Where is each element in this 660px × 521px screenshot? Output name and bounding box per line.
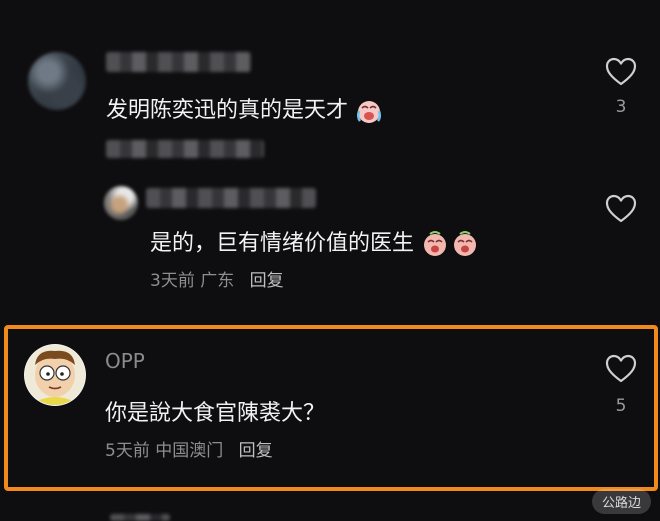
comment-text: 你是說大食官陳裘大？ (105, 401, 326, 426)
comment-text: 发明陈奕迅的真的是天才 (106, 92, 383, 125)
avatar[interactable] (104, 186, 138, 220)
location: 中国澳门 (155, 441, 224, 461)
heart-icon[interactable] (605, 354, 637, 384)
highlighted-comment (4, 325, 658, 491)
watermark: 公路边 (592, 489, 652, 514)
like-count: 3 (615, 97, 627, 117)
crying-laughing-face-icon (356, 101, 382, 123)
reply-button[interactable]: 回复 (239, 441, 273, 461)
avatar[interactable] (28, 52, 86, 110)
heart-icon[interactable] (605, 194, 637, 224)
comment-meta: 5天前 中国澳门 回复 (105, 436, 273, 461)
username[interactable]: OPP (105, 349, 145, 373)
like-count: 5 (615, 396, 627, 416)
avatar[interactable] (23, 343, 87, 407)
heart-icon[interactable] (605, 57, 637, 87)
username-redacted (106, 52, 251, 72)
reply-button[interactable]: 回复 (250, 271, 284, 291)
timestamp: 3天前 (150, 271, 195, 291)
timestamp: 5天前 (105, 441, 150, 461)
location: 广东 (200, 271, 235, 291)
next-comment-redacted (110, 514, 170, 521)
meta-redacted (106, 140, 264, 158)
username-redacted (146, 188, 316, 208)
comment-text: 是的，巨有情绪价值的医生 (150, 225, 479, 258)
comment-meta: 3天前 广东 回复 (150, 266, 284, 291)
laughing-crying-face-icon (424, 231, 477, 256)
